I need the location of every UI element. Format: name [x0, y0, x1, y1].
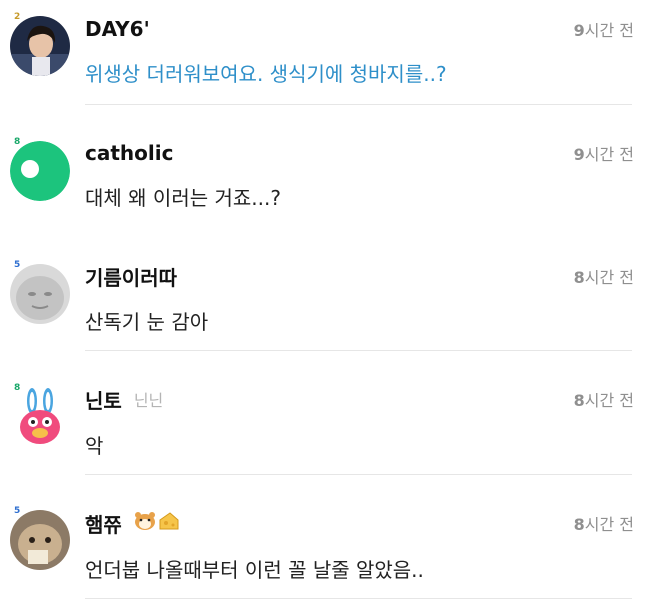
comment-text[interactable]: 악 — [85, 430, 103, 459]
sub-nickname: 닌닌 — [133, 391, 164, 410]
cheese-icon — [158, 511, 180, 535]
level-badge: 5 — [14, 260, 21, 270]
avatar[interactable]: 8 — [10, 137, 70, 201]
photo-person-icon — [10, 16, 70, 76]
avatar[interactable]: 5 — [10, 260, 70, 324]
comment-text[interactable]: 산독기 눈 감아 — [85, 306, 208, 335]
user-badges — [134, 511, 180, 535]
username[interactable]: 기름이러따 — [85, 262, 177, 291]
username[interactable]: 닌토 — [85, 385, 122, 414]
avatar[interactable]: 5 — [10, 506, 70, 570]
comment-list: 2​ DAY6' 9시간 전 위생상 더러워보여요. 생식기에 청바지를..? … — [0, 0, 656, 615]
timestamp: 9시간 전 — [573, 145, 634, 164]
timestamp: 8시간 전 — [573, 391, 634, 410]
bunny-character-icon — [10, 387, 70, 447]
gray-face-icon — [10, 264, 70, 324]
avatar[interactable]: 8 — [10, 383, 70, 447]
timestamp: 8시간 전 — [573, 268, 634, 287]
level-badge: 8 — [14, 137, 21, 147]
timestamp: 8시간 전 — [573, 515, 634, 534]
level-badge: 8 — [14, 383, 21, 393]
green-circle-icon — [10, 141, 70, 201]
level-badge: 5 — [14, 506, 21, 516]
comment-text[interactable]: 대체 왜 이러는 거죠...? — [85, 182, 281, 211]
username[interactable]: catholic — [85, 141, 173, 165]
username[interactable]: DAY6' — [85, 17, 150, 41]
comment-text[interactable]: 언더붑 나올때부터 이런 꼴 날줄 알았음.. — [85, 554, 424, 583]
hamster-icon — [134, 511, 156, 535]
divider — [85, 598, 632, 599]
username[interactable]: 햄쮸 — [85, 509, 122, 538]
divider — [85, 474, 632, 475]
timestamp: 9시간 전 — [573, 21, 634, 40]
avatar[interactable]: 2​ — [10, 12, 70, 76]
photo-animal-icon — [10, 510, 70, 570]
comment-text[interactable]: 위생상 더러워보여요. 생식기에 청바지를..? — [85, 58, 447, 87]
divider — [85, 104, 632, 105]
divider — [85, 350, 632, 351]
level-badge: 2​ — [14, 12, 21, 22]
